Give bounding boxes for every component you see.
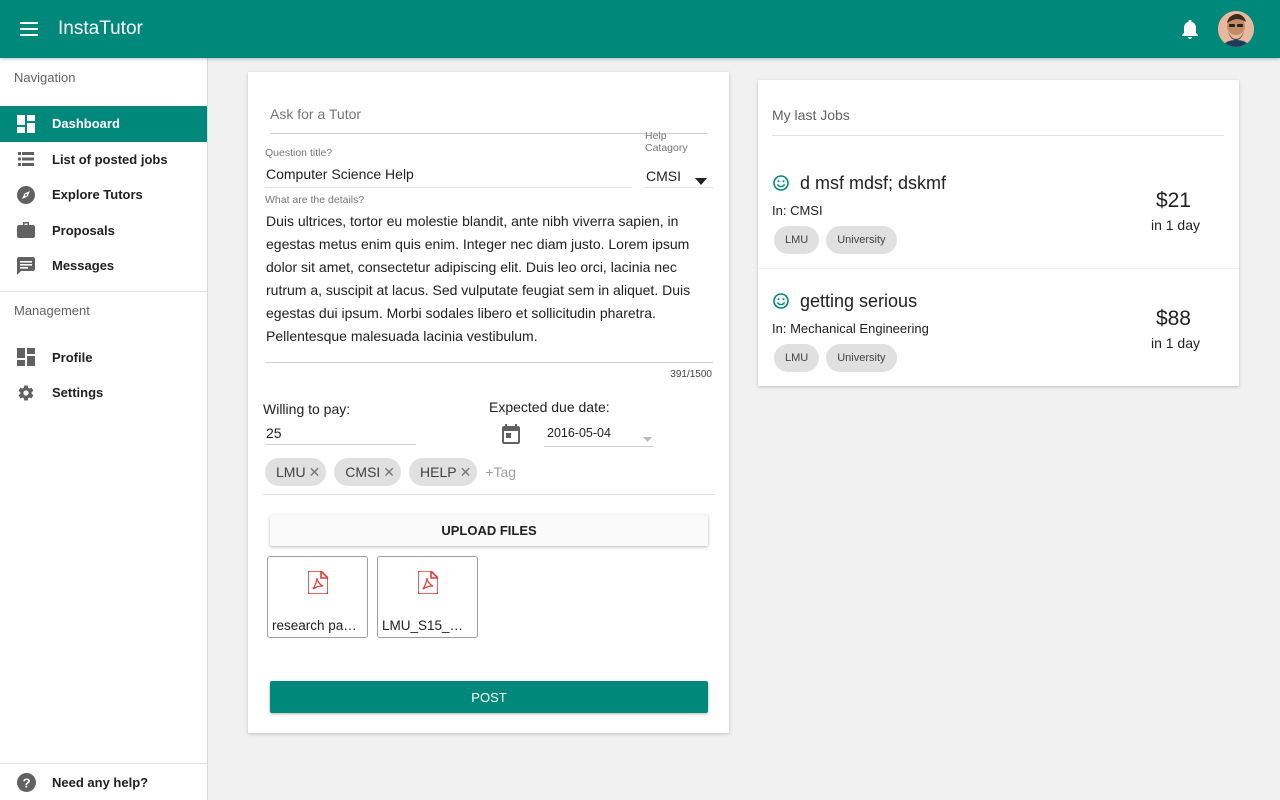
sidebar-item-label: Proposals (52, 222, 115, 238)
management-section-title: Management (14, 303, 90, 318)
willing-to-pay-label: Willing to pay: (263, 401, 351, 417)
job-category: In: Mechanical Engineering (772, 321, 929, 336)
sidebar-item-label: Explore Tutors (52, 187, 143, 203)
menu-icon[interactable] (0, 0, 58, 58)
jobs-card-title: My last Jobs (772, 107, 850, 123)
last-jobs-card: My last Jobs d msf mdsf; dskmf In: CMSI … (758, 80, 1239, 386)
due-date-underline (544, 446, 654, 447)
calendar-icon[interactable] (502, 424, 520, 449)
help-link[interactable]: ? Need any help? (0, 763, 207, 800)
upload-files-button[interactable]: UPLOAD FILES (270, 515, 708, 546)
compass-icon (0, 185, 52, 204)
details-textarea[interactable]: Duis ultrices, tortor eu molestie blandi… (266, 210, 714, 348)
question-title-field[interactable]: Computer Science Help (266, 166, 414, 182)
tag-chip[interactable]: CMSI ✕ (334, 458, 402, 486)
tag-chip-label: CMSI (345, 464, 381, 480)
pdf-icon (268, 571, 367, 594)
sidebar-item-messages[interactable]: Messages (0, 248, 207, 284)
smile-icon (773, 293, 789, 314)
list-icon (0, 152, 52, 167)
tag-chip[interactable]: LMU ✕ (265, 458, 327, 486)
help-category-label: Help Catagory (645, 130, 688, 154)
sidebar: Navigation Dashboard List of posted jobs… (0, 58, 208, 800)
help-category-select[interactable]: CMSI (646, 168, 681, 184)
file-attachment[interactable]: research pa… (267, 556, 368, 638)
navigation-section-title: Navigation (14, 69, 76, 85)
due-date-label: Expected due date: (489, 399, 610, 415)
job-tags: LMU University (774, 226, 904, 254)
close-icon[interactable]: ✕ (383, 464, 395, 481)
file-name: LMU_S15_… (382, 618, 464, 633)
post-button[interactable]: POST (270, 681, 708, 713)
help-icon: ? (0, 772, 52, 792)
question-title-underline (265, 187, 632, 188)
sidebar-item-proposals[interactable]: Proposals (0, 213, 207, 249)
sidebar-item-posted-jobs[interactable]: List of posted jobs (0, 142, 207, 178)
close-icon[interactable]: ✕ (460, 464, 472, 481)
job-divider (758, 268, 1239, 269)
close-icon[interactable]: ✕ (309, 464, 321, 481)
details-underline (265, 362, 713, 363)
sidebar-item-settings[interactable]: Settings (0, 375, 207, 411)
due-date-input[interactable]: 2016-05-04 (547, 426, 611, 440)
pdf-icon (378, 571, 477, 594)
gear-icon (0, 384, 52, 402)
file-attachment[interactable]: LMU_S15_… (377, 556, 478, 638)
sidebar-item-profile[interactable]: Profile (0, 340, 207, 376)
smile-icon (773, 175, 789, 196)
sidebar-item-label: Dashboard (52, 116, 120, 132)
ask-tutor-input[interactable]: Ask for a Tutor (270, 98, 708, 134)
willing-to-pay-input[interactable]: 25 (266, 425, 282, 441)
user-avatar[interactable] (1218, 11, 1254, 47)
job-list-item[interactable]: d msf mdsf; dskmf In: CMSI LMU Universit… (758, 164, 1239, 282)
job-tag: University (826, 226, 897, 254)
sidebar-item-label: Profile (52, 349, 93, 365)
job-price: $88 (1155, 307, 1191, 330)
job-title: getting serious (800, 291, 918, 311)
job-due: in 1 day (1150, 335, 1200, 351)
tag-list: LMU ✕ CMSI ✕ HELP ✕ +Tag (265, 458, 516, 486)
sidebar-item-label: Settings (52, 385, 104, 401)
dashboard-icon (0, 348, 52, 367)
tag-chip[interactable]: HELP ✕ (409, 458, 478, 486)
job-tag: LMU (774, 344, 820, 372)
pay-underline (265, 444, 416, 445)
job-list-item[interactable]: getting serious In: Mechanical Engineeri… (758, 282, 1239, 400)
char-counter: 391/1500 (670, 369, 712, 380)
message-icon (0, 256, 52, 275)
dashboard-icon (0, 114, 52, 133)
file-name: research pa… (272, 618, 357, 633)
job-price: $21 (1155, 189, 1191, 212)
sidebar-item-label: Messages (52, 258, 115, 274)
top-app-bar: InstaTutor (0, 0, 1280, 58)
job-tag: University (826, 344, 897, 372)
tags-underline (263, 494, 715, 495)
ask-tutor-card: Ask for a Tutor Question title? Computer… (248, 72, 729, 733)
details-label: What are the details? (265, 194, 365, 206)
tag-chip-label: HELP (420, 464, 457, 480)
job-tag: LMU (774, 226, 820, 254)
svg-text:?: ? (22, 775, 30, 790)
help-label: Need any help? (52, 774, 149, 790)
help-category-underline (645, 187, 713, 188)
job-category: In: CMSI (772, 203, 823, 218)
sidebar-item-explore-tutors[interactable]: Explore Tutors (0, 177, 207, 213)
jobs-title-underline (772, 135, 1224, 136)
job-due: in 1 day (1150, 217, 1200, 233)
job-title: d msf mdsf; dskmf (800, 173, 947, 193)
job-tags: LMU University (774, 344, 904, 372)
question-title-label: Question title? (265, 147, 333, 159)
sidebar-item-label: List of posted jobs (52, 151, 168, 167)
sidebar-item-dashboard[interactable]: Dashboard (0, 106, 207, 142)
tag-chip-label: LMU (276, 464, 306, 480)
notifications-bell-icon[interactable] (1170, 0, 1210, 58)
chevron-down-icon[interactable] (643, 429, 652, 447)
app-title: InstaTutor (58, 18, 143, 39)
add-tag-input[interactable]: +Tag (485, 464, 516, 480)
briefcase-icon (0, 222, 52, 239)
